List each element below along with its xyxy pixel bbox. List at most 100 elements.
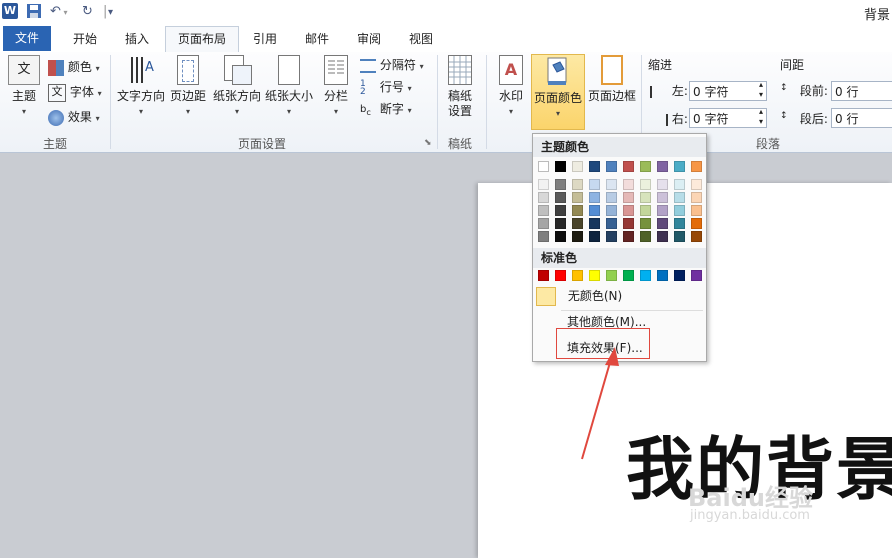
manuscript-settings-button[interactable]: 稿纸 设置 bbox=[442, 55, 478, 119]
theme-shade-swatch[interactable] bbox=[657, 218, 668, 229]
theme-shade-swatch[interactable] bbox=[691, 218, 702, 229]
word-logo-icon[interactable]: W bbox=[2, 3, 18, 19]
hyphenation-button[interactable]: bc 断字 ▾ bbox=[360, 98, 412, 120]
standard-color-swatch[interactable] bbox=[572, 270, 583, 281]
theme-shade-swatch[interactable] bbox=[538, 218, 549, 229]
size-button[interactable]: 纸张大小 ▾ bbox=[264, 55, 314, 119]
theme-shade-swatch[interactable] bbox=[589, 205, 600, 216]
standard-color-swatch[interactable] bbox=[538, 270, 549, 281]
theme-shade-swatch[interactable] bbox=[657, 205, 668, 216]
orientation-button[interactable]: 纸张方向 ▾ bbox=[212, 55, 262, 119]
theme-shade-swatch[interactable] bbox=[623, 192, 634, 203]
theme-shade-swatch[interactable] bbox=[555, 231, 566, 242]
theme-shade-swatch[interactable] bbox=[691, 205, 702, 216]
spacing-after-input[interactable]: 0 行 bbox=[831, 108, 892, 128]
standard-color-swatch[interactable] bbox=[606, 270, 617, 281]
no-color-item[interactable]: 无颜色(N) bbox=[536, 285, 701, 307]
standard-color-swatch[interactable] bbox=[657, 270, 668, 281]
tab-insert[interactable]: 插入 bbox=[114, 27, 160, 51]
theme-shade-swatch[interactable] bbox=[606, 179, 617, 190]
theme-color-swatch[interactable] bbox=[674, 161, 685, 172]
theme-color-swatch[interactable] bbox=[606, 161, 617, 172]
tab-page-layout[interactable]: 页面布局 bbox=[165, 26, 239, 52]
theme-shade-swatch[interactable] bbox=[640, 218, 651, 229]
theme-shade-swatch[interactable] bbox=[572, 231, 583, 242]
theme-color-swatch[interactable] bbox=[640, 161, 651, 172]
theme-shade-swatch[interactable] bbox=[640, 179, 651, 190]
tab-mailings[interactable]: 邮件 bbox=[296, 27, 338, 51]
theme-shade-swatch[interactable] bbox=[538, 192, 549, 203]
theme-color-swatch[interactable] bbox=[538, 161, 549, 172]
theme-shade-swatch[interactable] bbox=[623, 205, 634, 216]
undo-icon[interactable]: ↶ ▾ bbox=[50, 3, 67, 21]
theme-shade-swatch[interactable] bbox=[606, 231, 617, 242]
theme-shade-swatch[interactable] bbox=[640, 205, 651, 216]
redo-icon[interactable]: ↻ bbox=[82, 3, 93, 21]
theme-shade-swatch[interactable] bbox=[555, 192, 566, 203]
columns-button[interactable]: 分栏 ▾ bbox=[318, 55, 354, 119]
indent-right-input[interactable]: 0 字符 ▴ ▾ bbox=[689, 107, 767, 128]
spacing-before-input[interactable]: 0 行 bbox=[831, 81, 892, 101]
theme-shade-swatch[interactable] bbox=[640, 192, 651, 203]
theme-shade-swatch[interactable] bbox=[538, 205, 549, 216]
standard-color-swatch[interactable] bbox=[555, 270, 566, 281]
standard-color-swatch[interactable] bbox=[589, 270, 600, 281]
theme-shade-swatch[interactable] bbox=[691, 192, 702, 203]
theme-shade-swatch[interactable] bbox=[674, 179, 685, 190]
theme-shade-swatch[interactable] bbox=[572, 192, 583, 203]
theme-shade-swatch[interactable] bbox=[657, 231, 668, 242]
indent-left-input[interactable]: 0 字符 ▴ ▾ bbox=[689, 80, 767, 101]
theme-shade-swatch[interactable] bbox=[572, 205, 583, 216]
margins-button[interactable]: 页边距 ▾ bbox=[168, 55, 208, 119]
page-setup-launcher-icon[interactable]: ⬊ bbox=[424, 138, 432, 148]
theme-shade-swatch[interactable] bbox=[657, 192, 668, 203]
theme-shade-swatch[interactable] bbox=[674, 218, 685, 229]
standard-color-swatch[interactable] bbox=[691, 270, 702, 281]
theme-color-swatch[interactable] bbox=[555, 161, 566, 172]
standard-color-swatch[interactable] bbox=[623, 270, 634, 281]
line-numbers-button[interactable]: 12 行号 ▾ bbox=[360, 76, 412, 98]
tab-view[interactable]: 视图 bbox=[400, 27, 442, 51]
theme-shade-swatch[interactable] bbox=[623, 179, 634, 190]
theme-shade-swatch[interactable] bbox=[623, 218, 634, 229]
tab-home[interactable]: 开始 bbox=[62, 27, 108, 51]
indent-left-spinner[interactable]: ▴ ▾ bbox=[759, 80, 763, 100]
save-icon[interactable] bbox=[26, 3, 42, 21]
theme-color-swatch[interactable] bbox=[691, 161, 702, 172]
theme-shade-swatch[interactable] bbox=[674, 205, 685, 216]
theme-colors-button[interactable]: 颜色 ▾ bbox=[48, 56, 100, 78]
theme-shade-swatch[interactable] bbox=[691, 179, 702, 190]
themes-button[interactable]: 文 主题 ▾ bbox=[6, 55, 42, 119]
theme-shade-swatch[interactable] bbox=[640, 231, 651, 242]
theme-shade-swatch[interactable] bbox=[589, 231, 600, 242]
theme-shade-swatch[interactable] bbox=[589, 179, 600, 190]
customize-qat-icon[interactable]: ▾ bbox=[108, 3, 113, 21]
theme-shade-swatch[interactable] bbox=[555, 179, 566, 190]
theme-shade-swatch[interactable] bbox=[606, 218, 617, 229]
text-direction-button[interactable]: A 文字方向 ▾ bbox=[115, 55, 167, 119]
theme-shade-swatch[interactable] bbox=[555, 218, 566, 229]
theme-shade-swatch[interactable] bbox=[538, 231, 549, 242]
theme-fonts-button[interactable]: 文 字体 ▾ bbox=[48, 81, 102, 103]
theme-shade-swatch[interactable] bbox=[657, 179, 668, 190]
theme-shade-swatch[interactable] bbox=[572, 218, 583, 229]
theme-shade-swatch[interactable] bbox=[691, 231, 702, 242]
theme-shade-swatch[interactable] bbox=[572, 179, 583, 190]
page-borders-button[interactable]: 页面边框 bbox=[587, 55, 637, 104]
theme-shade-swatch[interactable] bbox=[589, 218, 600, 229]
theme-shade-swatch[interactable] bbox=[606, 205, 617, 216]
theme-color-swatch[interactable] bbox=[572, 161, 583, 172]
theme-shade-swatch[interactable] bbox=[589, 192, 600, 203]
standard-color-swatch[interactable] bbox=[640, 270, 651, 281]
theme-shade-swatch[interactable] bbox=[538, 179, 549, 190]
tab-review[interactable]: 审阅 bbox=[348, 27, 390, 51]
theme-shade-swatch[interactable] bbox=[555, 205, 566, 216]
tab-file[interactable]: 文件 bbox=[3, 26, 51, 51]
tab-references[interactable]: 引用 bbox=[244, 27, 286, 51]
indent-right-spinner[interactable]: ▴ ▾ bbox=[759, 107, 763, 127]
theme-color-swatch[interactable] bbox=[589, 161, 600, 172]
standard-color-swatch[interactable] bbox=[674, 270, 685, 281]
theme-color-swatch[interactable] bbox=[623, 161, 634, 172]
theme-shade-swatch[interactable] bbox=[674, 192, 685, 203]
theme-shade-swatch[interactable] bbox=[674, 231, 685, 242]
